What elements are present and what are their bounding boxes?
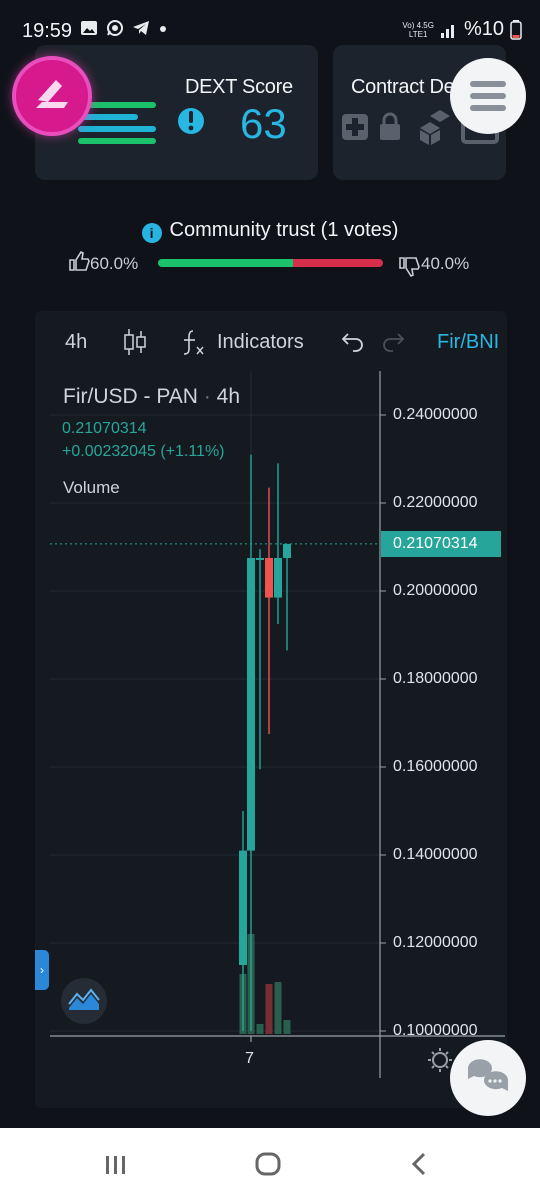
back-icon[interactable] xyxy=(400,1144,440,1184)
chat-button[interactable] xyxy=(450,1040,526,1116)
chat-bubbles-icon xyxy=(468,1059,508,1091)
system-nav-bar xyxy=(0,1128,540,1200)
settings-icon[interactable] xyxy=(0,0,540,1200)
home-icon[interactable] xyxy=(248,1144,288,1184)
recent-apps-icon[interactable] xyxy=(96,1144,136,1184)
